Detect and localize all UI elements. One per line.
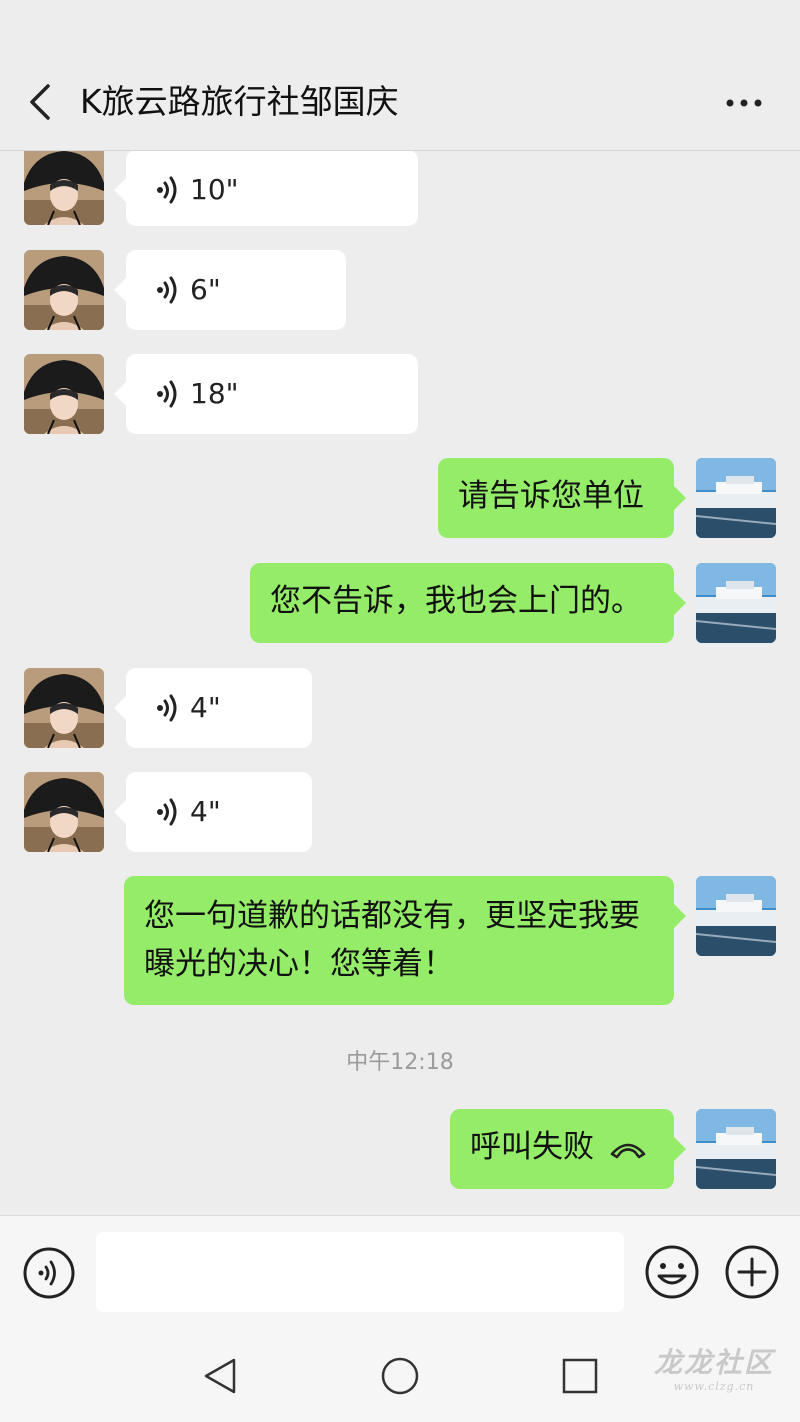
message-text: 您不告诉，我也会上门的。 xyxy=(270,583,642,619)
smiley-icon[interactable] xyxy=(644,1244,700,1300)
message-text: 您一句道歉的话都没有，更坚定我要曝光的决心！您等着！ xyxy=(144,898,640,982)
voice-input-icon[interactable] xyxy=(22,1246,76,1300)
voice-duration: 6" xyxy=(190,273,221,306)
my-avatar[interactable] xyxy=(696,876,776,956)
voice-message[interactable]: 10" xyxy=(114,151,418,226)
voice-message[interactable]: 4" xyxy=(114,668,312,748)
voice-duration: 10" xyxy=(190,173,239,206)
hangup-icon xyxy=(610,1143,646,1158)
my-avatar[interactable] xyxy=(696,458,776,538)
voice-wave-icon xyxy=(156,378,182,410)
my-avatar[interactable] xyxy=(696,563,776,643)
voice-wave-icon xyxy=(156,796,182,828)
chat-header: K旅云路旅行社邹国庆 xyxy=(0,0,800,151)
contact-avatar[interactable] xyxy=(24,668,104,748)
sent-text-message[interactable]: 您一句道歉的话都没有，更坚定我要曝光的决心！您等着！ xyxy=(124,876,686,1005)
chat-title: K旅云路旅行社邹国庆 xyxy=(80,82,399,121)
message-list: 10" 6" 18" 请告诉您单位 您不告诉，我也会上门的。 4" 4" 您一句… xyxy=(0,151,800,1215)
voice-message[interactable]: 4" xyxy=(114,772,312,852)
voice-duration: 4" xyxy=(190,691,221,724)
contact-avatar[interactable] xyxy=(24,151,104,225)
sent-text-message[interactable]: 您不告诉，我也会上门的。 xyxy=(250,563,686,643)
nav-recents-icon[interactable] xyxy=(560,1356,600,1396)
message-text: 呼叫失败 xyxy=(470,1129,594,1165)
voice-message[interactable]: 18" xyxy=(114,354,418,434)
chevron-left-icon[interactable] xyxy=(24,82,58,122)
plus-circle-icon[interactable] xyxy=(724,1244,780,1300)
voice-message[interactable]: 6" xyxy=(114,250,346,330)
my-avatar[interactable] xyxy=(696,1109,776,1189)
input-bar xyxy=(0,1215,800,1328)
call-failed-message[interactable]: 呼叫失败 xyxy=(450,1109,686,1189)
voice-wave-icon xyxy=(156,174,182,206)
system-nav-bar: 龙龙社区 www.clzg.cn xyxy=(0,1328,800,1422)
message-input[interactable] xyxy=(96,1232,624,1312)
nav-back-icon[interactable] xyxy=(200,1356,240,1396)
voice-duration: 18" xyxy=(190,377,239,410)
voice-wave-icon xyxy=(156,274,182,306)
nav-home-icon[interactable] xyxy=(380,1356,420,1396)
contact-avatar[interactable] xyxy=(24,250,104,330)
contact-avatar[interactable] xyxy=(24,772,104,852)
voice-duration: 4" xyxy=(190,795,221,828)
sent-text-message[interactable]: 请告诉您单位 xyxy=(438,458,686,538)
message-text: 请告诉您单位 xyxy=(458,478,644,514)
watermark-logo: 龙龙社区 www.clzg.cn xyxy=(653,1346,774,1393)
contact-avatar[interactable] xyxy=(24,354,104,434)
timestamp: 中午12:18 xyxy=(346,1050,454,1075)
voice-wave-icon xyxy=(156,692,182,724)
more-dots-icon[interactable] xyxy=(722,86,766,120)
